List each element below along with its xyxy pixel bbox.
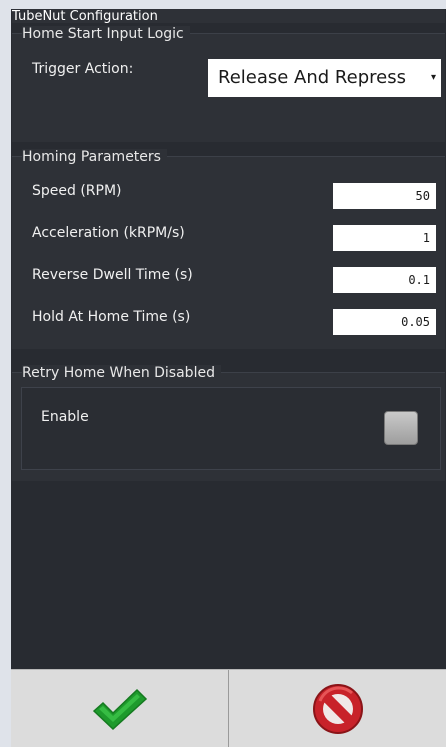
reverse-dwell-time-input[interactable]: 0.1 xyxy=(333,267,436,293)
ok-button[interactable] xyxy=(11,670,228,747)
trigger-action-label: Trigger Action: xyxy=(32,61,134,77)
enable-group xyxy=(21,387,441,470)
section-title: Homing Parameters xyxy=(22,149,167,166)
dropdown-arrow-icon: ▾ xyxy=(430,72,436,83)
hold-at-home-time-label: Hold At Home Time (s) xyxy=(32,309,191,325)
window-title: TubeNut Configuration xyxy=(12,9,445,24)
trigger-action-select[interactable]: Release And Repress ▾ xyxy=(208,59,441,97)
trigger-action-value: Release And Repress xyxy=(218,67,406,88)
red-cancel-icon xyxy=(312,683,363,734)
speed-input[interactable]: 50 xyxy=(333,183,436,209)
reverse-dwell-time-label: Reverse Dwell Time (s) xyxy=(32,267,193,283)
acceleration-label: Acceleration (kRPM/s) xyxy=(32,225,185,241)
config-panel: TubeNut Configuration Home Start Input L… xyxy=(11,9,446,669)
acceleration-input[interactable]: 1 xyxy=(333,225,436,251)
green-checkmark-icon xyxy=(92,688,147,730)
enable-label: Enable xyxy=(41,409,89,425)
speed-label: Speed (RPM) xyxy=(32,183,122,199)
section-title: Retry Home When Disabled xyxy=(22,365,221,382)
hold-at-home-time-input[interactable]: 0.05 xyxy=(333,309,436,335)
cancel-button[interactable] xyxy=(229,670,446,747)
section-title: Home Start Input Logic xyxy=(22,26,190,43)
footer-bar xyxy=(11,669,446,747)
enable-checkbox[interactable] xyxy=(384,411,418,445)
